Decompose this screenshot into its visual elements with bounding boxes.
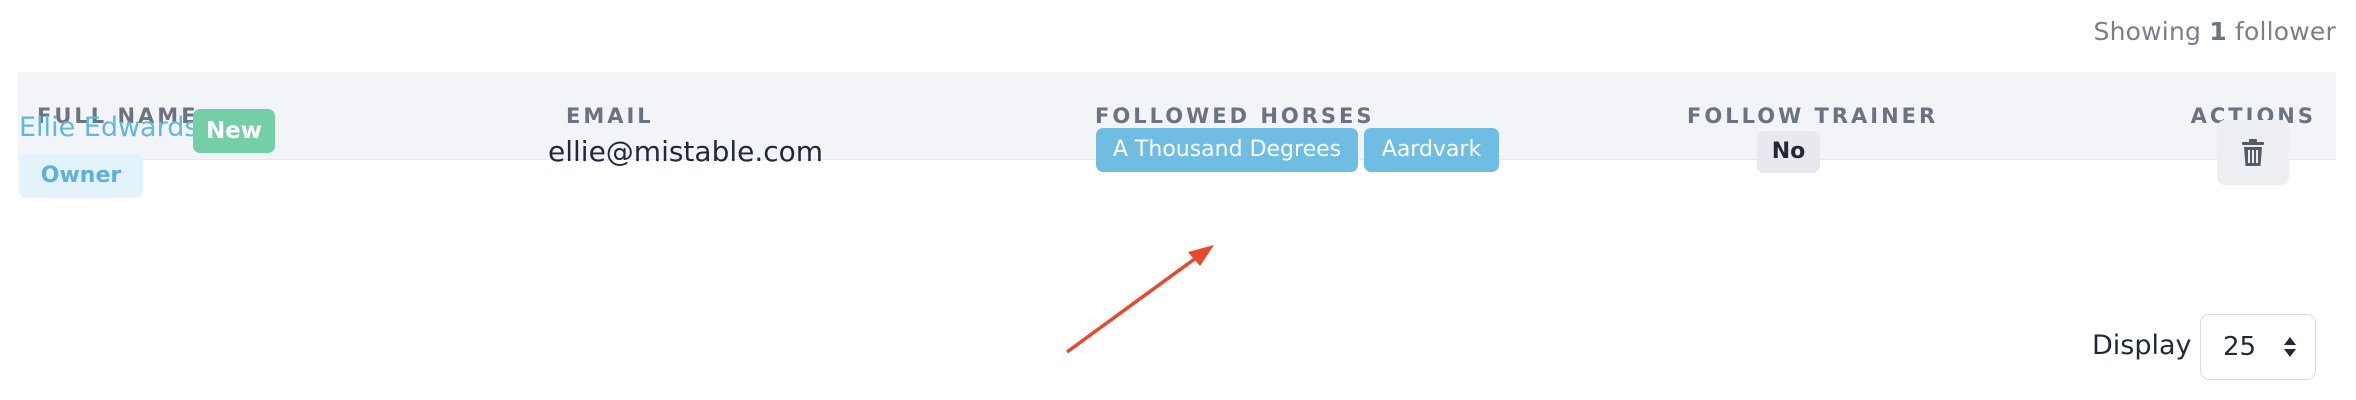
- delete-button[interactable]: [2217, 120, 2289, 185]
- summary-count: 1: [2209, 17, 2227, 46]
- new-badge: New: [193, 109, 275, 153]
- page-size-select[interactable]: 25: [2200, 314, 2316, 380]
- horse-tag-a-thousand-degrees[interactable]: A Thousand Degrees: [1096, 128, 1358, 172]
- follower-name-link[interactable]: Ellie Edwards: [19, 112, 198, 143]
- summary-suffix: follower: [2235, 17, 2336, 46]
- summary-prefix: Showing: [2093, 17, 2202, 46]
- trash-icon: [2242, 138, 2264, 166]
- display-label: Display: [2092, 330, 2192, 361]
- annotation-arrow: [1065, 245, 1214, 354]
- owner-role-badge: Owner: [19, 153, 143, 198]
- follow-trainer-status: No: [1757, 131, 1820, 173]
- select-arrows-icon: [2284, 337, 2296, 357]
- horse-tag-aardvark[interactable]: Aardvark: [1364, 128, 1499, 172]
- page-size-value: 25: [2223, 332, 2257, 362]
- follower-count-summary: Showing 1 follower: [2094, 17, 2336, 46]
- follower-email: ellie@mistable.com: [548, 135, 824, 168]
